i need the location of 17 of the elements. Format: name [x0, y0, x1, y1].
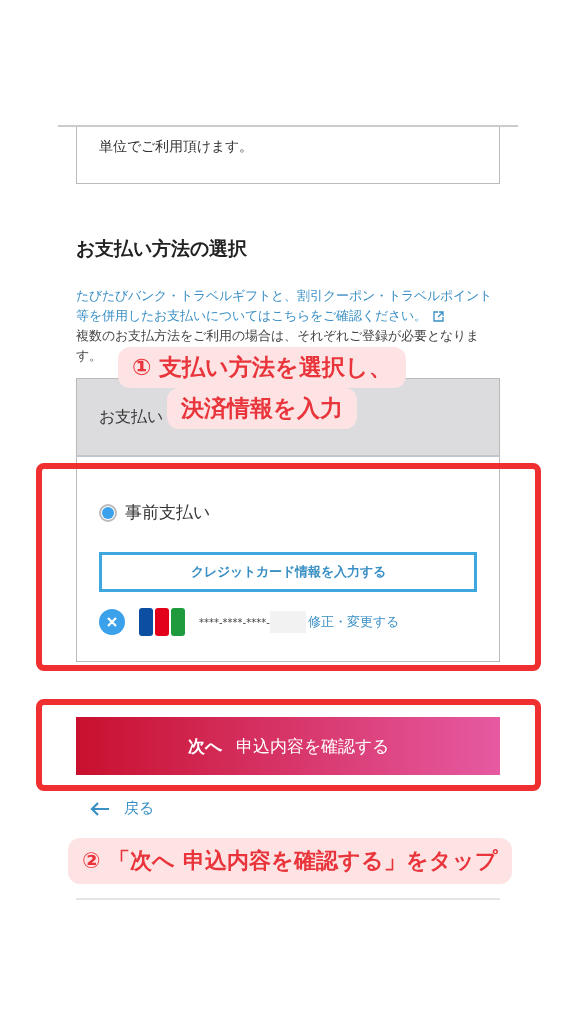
panel-header: お支払い: [99, 406, 163, 428]
callout-text: ② 「次へ 申込内容を確認する」をタップ: [68, 838, 512, 884]
info-link[interactable]: たびたびバンク・トラベルギフトと、割引クーポン・トラベルポイント等を併用したお支払いについてはこちらをご確認ください。: [76, 286, 500, 326]
edit-link[interactable]: 修正・変更する: [307, 613, 399, 631]
back-link[interactable]: 戻る: [90, 799, 154, 818]
option-label[interactable]: 事前支払い: [125, 501, 210, 524]
card-number: ****-****-****-: [199, 616, 270, 628]
back-arrow-icon: [90, 800, 110, 817]
notice-text: 単位でご利用頂けます。: [99, 138, 253, 156]
radio-button[interactable]: [99, 503, 117, 522]
callout-text: 決済情報を入力: [167, 388, 358, 429]
remove-icon[interactable]: [99, 609, 125, 635]
card-input-button[interactable]: クレジットカード情報を入力する: [99, 552, 477, 592]
section-heading: お支払い方法の選択: [76, 236, 248, 261]
external-link-icon: [433, 311, 444, 322]
next-button[interactable]: 次へ 申込内容を確認する: [76, 717, 500, 775]
card-brand-icon: [139, 606, 185, 638]
